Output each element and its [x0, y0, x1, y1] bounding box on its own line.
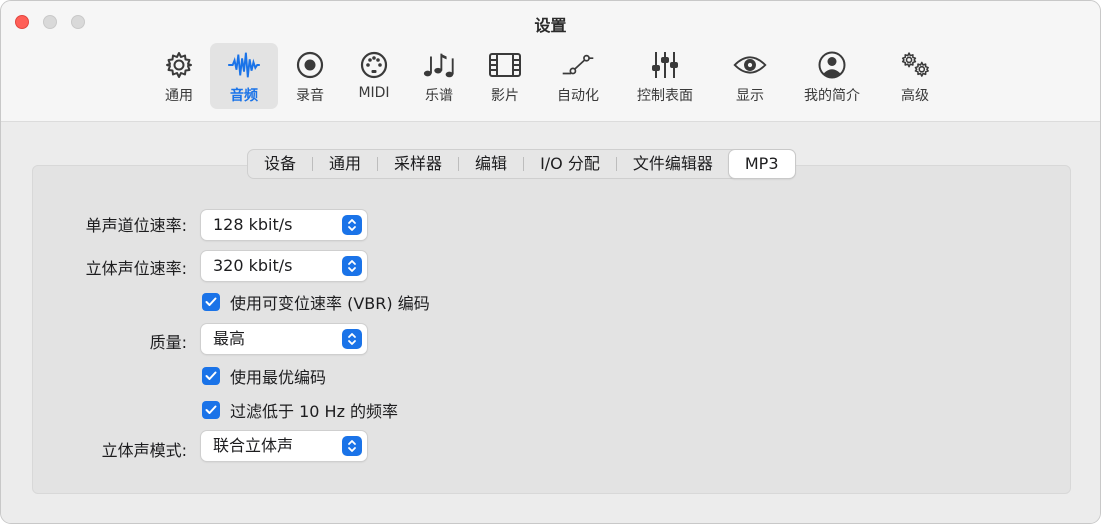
best-encoding-label: 使用最优编码	[230, 368, 327, 387]
gear-icon	[162, 49, 196, 81]
quality-value: 最高	[213, 329, 246, 348]
checkmark-icon	[205, 371, 217, 380]
faders-icon	[648, 49, 682, 81]
toolbar-automation[interactable]: 自动化	[548, 43, 608, 109]
toolbar-my-info[interactable]: 我的简介	[796, 43, 868, 109]
filter-low-checkbox-row[interactable]: 过滤低于 10 Hz 的频率	[202, 399, 398, 421]
toolbar-general[interactable]: 通用	[155, 43, 203, 109]
checkmark-icon	[205, 297, 217, 306]
toolbar-score[interactable]: 乐谱	[415, 43, 463, 109]
toolbar-display[interactable]: 显示	[726, 43, 774, 109]
mono-bitrate-label: 单声道位速率:	[85, 216, 187, 235]
stereo-mode-value: 联合立体声	[213, 436, 294, 455]
settings-window: 设置 通用 音频 录音 MIDI 乐谱 影片 自动化 控制表面 显示 我的简介 …	[0, 0, 1101, 524]
mono-bitrate-popup[interactable]: 128 kbit/s	[201, 210, 367, 240]
quality-label: 质量:	[149, 333, 187, 352]
midi-port-icon	[357, 49, 391, 81]
tab-devices[interactable]: 设备	[248, 150, 312, 178]
tab-mp3[interactable]: MP3	[728, 150, 795, 178]
waveform-icon	[227, 49, 261, 81]
toolbar-audio[interactable]: 音频	[210, 43, 278, 109]
filter-low-checkbox[interactable]	[202, 401, 220, 419]
toolbar-label: 高级	[901, 88, 929, 104]
automation-curve-icon	[561, 49, 595, 81]
quality-popup[interactable]: 最高	[201, 324, 367, 354]
toolbar-label: 控制表面	[637, 88, 693, 104]
chevron-updown-icon	[342, 256, 362, 276]
title-bar: 设置 通用 音频 录音 MIDI 乐谱 影片 自动化 控制表面 显示 我的简介 …	[1, 1, 1100, 122]
checkmark-icon	[205, 405, 217, 414]
gears-icon	[898, 49, 932, 81]
toolbar-label: MIDI	[358, 85, 390, 101]
film-icon	[488, 49, 522, 81]
tab-editing[interactable]: 编辑	[459, 150, 523, 178]
record-icon	[293, 49, 327, 81]
stereo-mode-popup[interactable]: 联合立体声	[201, 431, 367, 461]
tab-sampler[interactable]: 采样器	[378, 150, 458, 178]
window-title: 设置	[534, 16, 567, 35]
vbr-label: 使用可变位速率 (VBR) 编码	[230, 294, 430, 313]
toolbar-control-surfaces[interactable]: 控制表面	[629, 43, 701, 109]
music-notes-icon	[422, 49, 456, 81]
vbr-checkbox[interactable]	[202, 293, 220, 311]
tab-bar: 设备 通用 采样器 编辑 I/O 分配 文件编辑器 MP3	[247, 149, 796, 179]
vbr-checkbox-row[interactable]: 使用可变位速率 (VBR) 编码	[202, 291, 430, 313]
best-encoding-checkbox[interactable]	[202, 367, 220, 385]
toolbar-label: 通用	[165, 88, 193, 104]
mono-bitrate-value: 128 kbit/s	[213, 215, 293, 234]
best-encoding-checkbox-row[interactable]: 使用最优编码	[202, 365, 326, 387]
filter-low-label: 过滤低于 10 Hz 的频率	[230, 402, 399, 421]
toolbar-label: 乐谱	[425, 88, 453, 104]
toolbar-label: 音频	[230, 88, 258, 104]
tab-general[interactable]: 通用	[313, 150, 377, 178]
stereo-mode-label: 立体声模式:	[101, 441, 187, 460]
toolbar-midi[interactable]: MIDI	[350, 43, 398, 109]
chevron-updown-icon	[342, 329, 362, 349]
stereo-bitrate-label: 立体声位速率:	[85, 259, 187, 278]
toolbar-recording[interactable]: 录音	[286, 43, 334, 109]
toolbar-advanced[interactable]: 高级	[891, 43, 939, 109]
toolbar-label: 显示	[736, 88, 764, 104]
stereo-bitrate-popup[interactable]: 320 kbit/s	[201, 251, 367, 281]
toolbar-label: 影片	[491, 88, 519, 104]
toolbar-label: 我的简介	[804, 88, 860, 104]
tab-io-assignments[interactable]: I/O 分配	[524, 150, 616, 178]
toolbar-label: 录音	[296, 88, 324, 104]
person-circle-icon	[815, 49, 849, 81]
stereo-bitrate-value: 320 kbit/s	[213, 256, 293, 275]
content-area: 设备 通用 采样器 编辑 I/O 分配 文件编辑器 MP3 单声道位速率: 12…	[1, 122, 1100, 523]
toolbar-label: 自动化	[557, 88, 599, 104]
chevron-updown-icon	[342, 436, 362, 456]
settings-panel	[32, 165, 1071, 494]
chevron-updown-icon	[342, 215, 362, 235]
eye-icon	[733, 49, 767, 81]
tab-file-editor[interactable]: 文件编辑器	[617, 150, 729, 178]
toolbar-movie[interactable]: 影片	[481, 43, 529, 109]
